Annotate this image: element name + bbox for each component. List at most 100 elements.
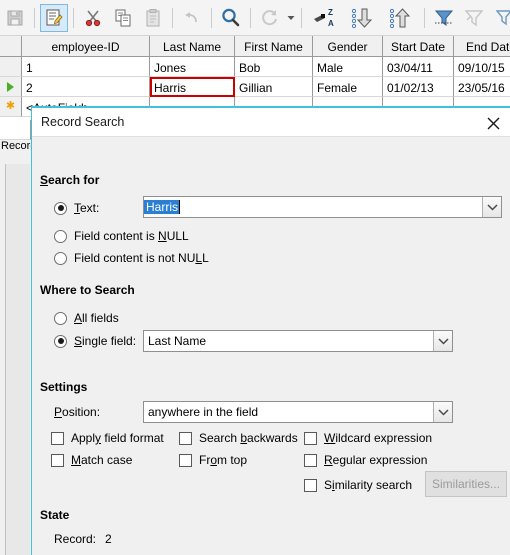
checkbox-wildcard-expression[interactable]: Wildcard expression	[304, 431, 432, 445]
checkbox-icon	[304, 453, 317, 467]
radio-text[interactable]: Text:	[54, 201, 99, 215]
group-title-search-for: Search for	[40, 173, 100, 187]
new-record-star-icon: ✱	[5, 100, 16, 112]
toolbar-separator	[211, 7, 212, 28]
grid-corner-cell[interactable]	[0, 36, 22, 56]
cell-gender[interactable]: Male	[313, 57, 383, 77]
radio-null-label: Field content is NULL	[74, 229, 189, 243]
radio-field-content-is-not-null[interactable]: Field content is not NULL	[54, 251, 209, 265]
position-label-text: Position:	[54, 405, 101, 419]
cell-employee-id[interactable]: 1	[22, 57, 150, 77]
current-record-arrow-icon	[7, 81, 14, 92]
find-record-icon[interactable]	[217, 4, 245, 32]
cell-first-name[interactable]: Bob	[235, 57, 313, 77]
radio-button-icon	[54, 201, 67, 215]
radio-all-fields[interactable]: All fields	[54, 311, 119, 325]
column-header-first-name[interactable]: First Name	[235, 36, 313, 56]
radio-field-content-is-null[interactable]: Field content is NULL	[54, 229, 189, 243]
column-header-employee-id[interactable]: employee-ID	[22, 36, 150, 56]
checkbox-wildcard-expression-label: Wildcard expression	[324, 431, 433, 445]
cell-first-name[interactable]: Gillian	[235, 77, 313, 97]
record-navigation-label: Record	[1, 140, 31, 152]
cell-start-date[interactable]: 01/02/13	[383, 77, 454, 97]
single-field-combobox[interactable]: Last Name	[143, 330, 453, 352]
checkbox-icon	[179, 453, 192, 467]
checkbox-search-backwards[interactable]: Search backwards	[179, 431, 298, 445]
checkbox-match-case[interactable]: Match case	[51, 453, 132, 467]
cell-gender[interactable]: Female	[313, 77, 383, 97]
copy-icon[interactable]	[109, 4, 137, 32]
state-record-label: Record:	[54, 532, 97, 546]
dialog-title: Record Search	[41, 115, 125, 129]
svg-text:A: A	[328, 19, 334, 28]
checkbox-similarity-search[interactable]: Similarity search	[304, 478, 412, 492]
checkbox-apply-field-format[interactable]: Apply field format	[51, 431, 164, 445]
autofilter-icon[interactable]	[430, 4, 458, 32]
table-row[interactable]: 1 Jones Bob Male 03/04/11 09/10/15	[0, 57, 510, 77]
toolbar-separator	[424, 7, 425, 28]
save-icon[interactable]	[1, 4, 29, 32]
column-header-end-date[interactable]: End Date	[454, 36, 510, 56]
reset-filter-icon[interactable]	[460, 4, 488, 32]
paste-icon[interactable]	[139, 4, 167, 32]
radio-button-icon	[54, 311, 67, 325]
vertical-scrollbar[interactable]	[5, 164, 30, 555]
position-dropdown-button[interactable]	[433, 402, 452, 422]
position-combobox[interactable]: anywhere in the field	[143, 401, 453, 423]
record-search-dialog: Record Search Search for Text: Harris Fi…	[31, 106, 510, 555]
toolbar-separator	[301, 7, 302, 28]
cell-last-name-focused[interactable]: Harris	[150, 77, 235, 97]
text-caret	[179, 200, 180, 214]
column-header-last-name[interactable]: Last Name	[150, 36, 235, 56]
group-title-state: State	[40, 508, 70, 522]
sort-za-icon[interactable]: Z A	[307, 4, 343, 32]
checkbox-match-case-label: Match case	[71, 453, 133, 467]
chevron-down-icon[interactable]	[285, 4, 297, 32]
row-selector-new[interactable]: ✱	[0, 97, 22, 117]
sort-ascending-icon[interactable]	[345, 4, 381, 32]
checkbox-icon	[304, 431, 317, 445]
undo-icon[interactable]	[178, 4, 206, 32]
close-icon[interactable]	[482, 112, 504, 134]
application-window: Z A employee-ID Last Name First Name Gen…	[0, 0, 510, 555]
column-header-gender[interactable]: Gender	[313, 36, 383, 56]
group-title-settings: Settings	[40, 380, 88, 394]
checkbox-icon	[179, 431, 192, 445]
group-title-where-to-search: Where to Search	[40, 283, 135, 297]
radio-text-label: Text:	[74, 201, 100, 215]
cell-end-date[interactable]: 09/10/15	[454, 57, 510, 77]
row-selector[interactable]	[0, 120, 31, 140]
cell-last-name[interactable]: Jones	[150, 57, 235, 77]
position-label: Position:	[54, 405, 100, 419]
radio-single-field-label: Single field:	[74, 334, 137, 348]
toolbar-separator	[172, 7, 173, 28]
radio-single-field[interactable]: Single field:	[54, 334, 136, 348]
cell-employee-id[interactable]: 2	[22, 77, 150, 97]
checkbox-apply-field-format-label: Apply field format	[71, 431, 164, 445]
cell-end-date[interactable]: 23/05/16	[454, 77, 510, 97]
search-text-dropdown-button[interactable]	[482, 197, 501, 217]
radio-not-null-label: Field content is not NULL	[74, 251, 209, 265]
standard-filter-icon[interactable]	[490, 4, 510, 32]
column-header-start-date[interactable]: Start Date	[383, 36, 454, 56]
checkbox-from-top-label: From top	[199, 453, 248, 467]
toolbar-separator	[73, 7, 74, 28]
single-field-dropdown-button[interactable]	[433, 331, 452, 351]
sort-descending-icon[interactable]	[383, 4, 419, 32]
checkbox-from-top[interactable]: From top	[179, 453, 247, 467]
row-selector[interactable]	[0, 57, 22, 77]
edit-data-icon[interactable]	[40, 3, 68, 32]
cell-start-date[interactable]: 03/04/11	[383, 57, 454, 77]
cut-icon[interactable]	[79, 4, 107, 32]
checkbox-regular-expression[interactable]: Regular expression	[304, 453, 427, 467]
grid-left-strip: Record	[0, 120, 31, 555]
refresh-icon[interactable]	[256, 4, 284, 32]
similarities-button[interactable]: Similarities...	[425, 471, 507, 497]
search-text-input[interactable]: Harris	[143, 196, 502, 218]
radio-button-icon	[54, 229, 67, 243]
row-selector-current[interactable]	[0, 77, 22, 97]
state-record-value: 2	[105, 532, 112, 546]
search-text-value: Harris	[144, 200, 179, 214]
table-row[interactable]: 2 Harris Gillian Female 01/02/13 23/05/1…	[0, 77, 510, 97]
dialog-titlebar: Record Search	[32, 108, 510, 137]
